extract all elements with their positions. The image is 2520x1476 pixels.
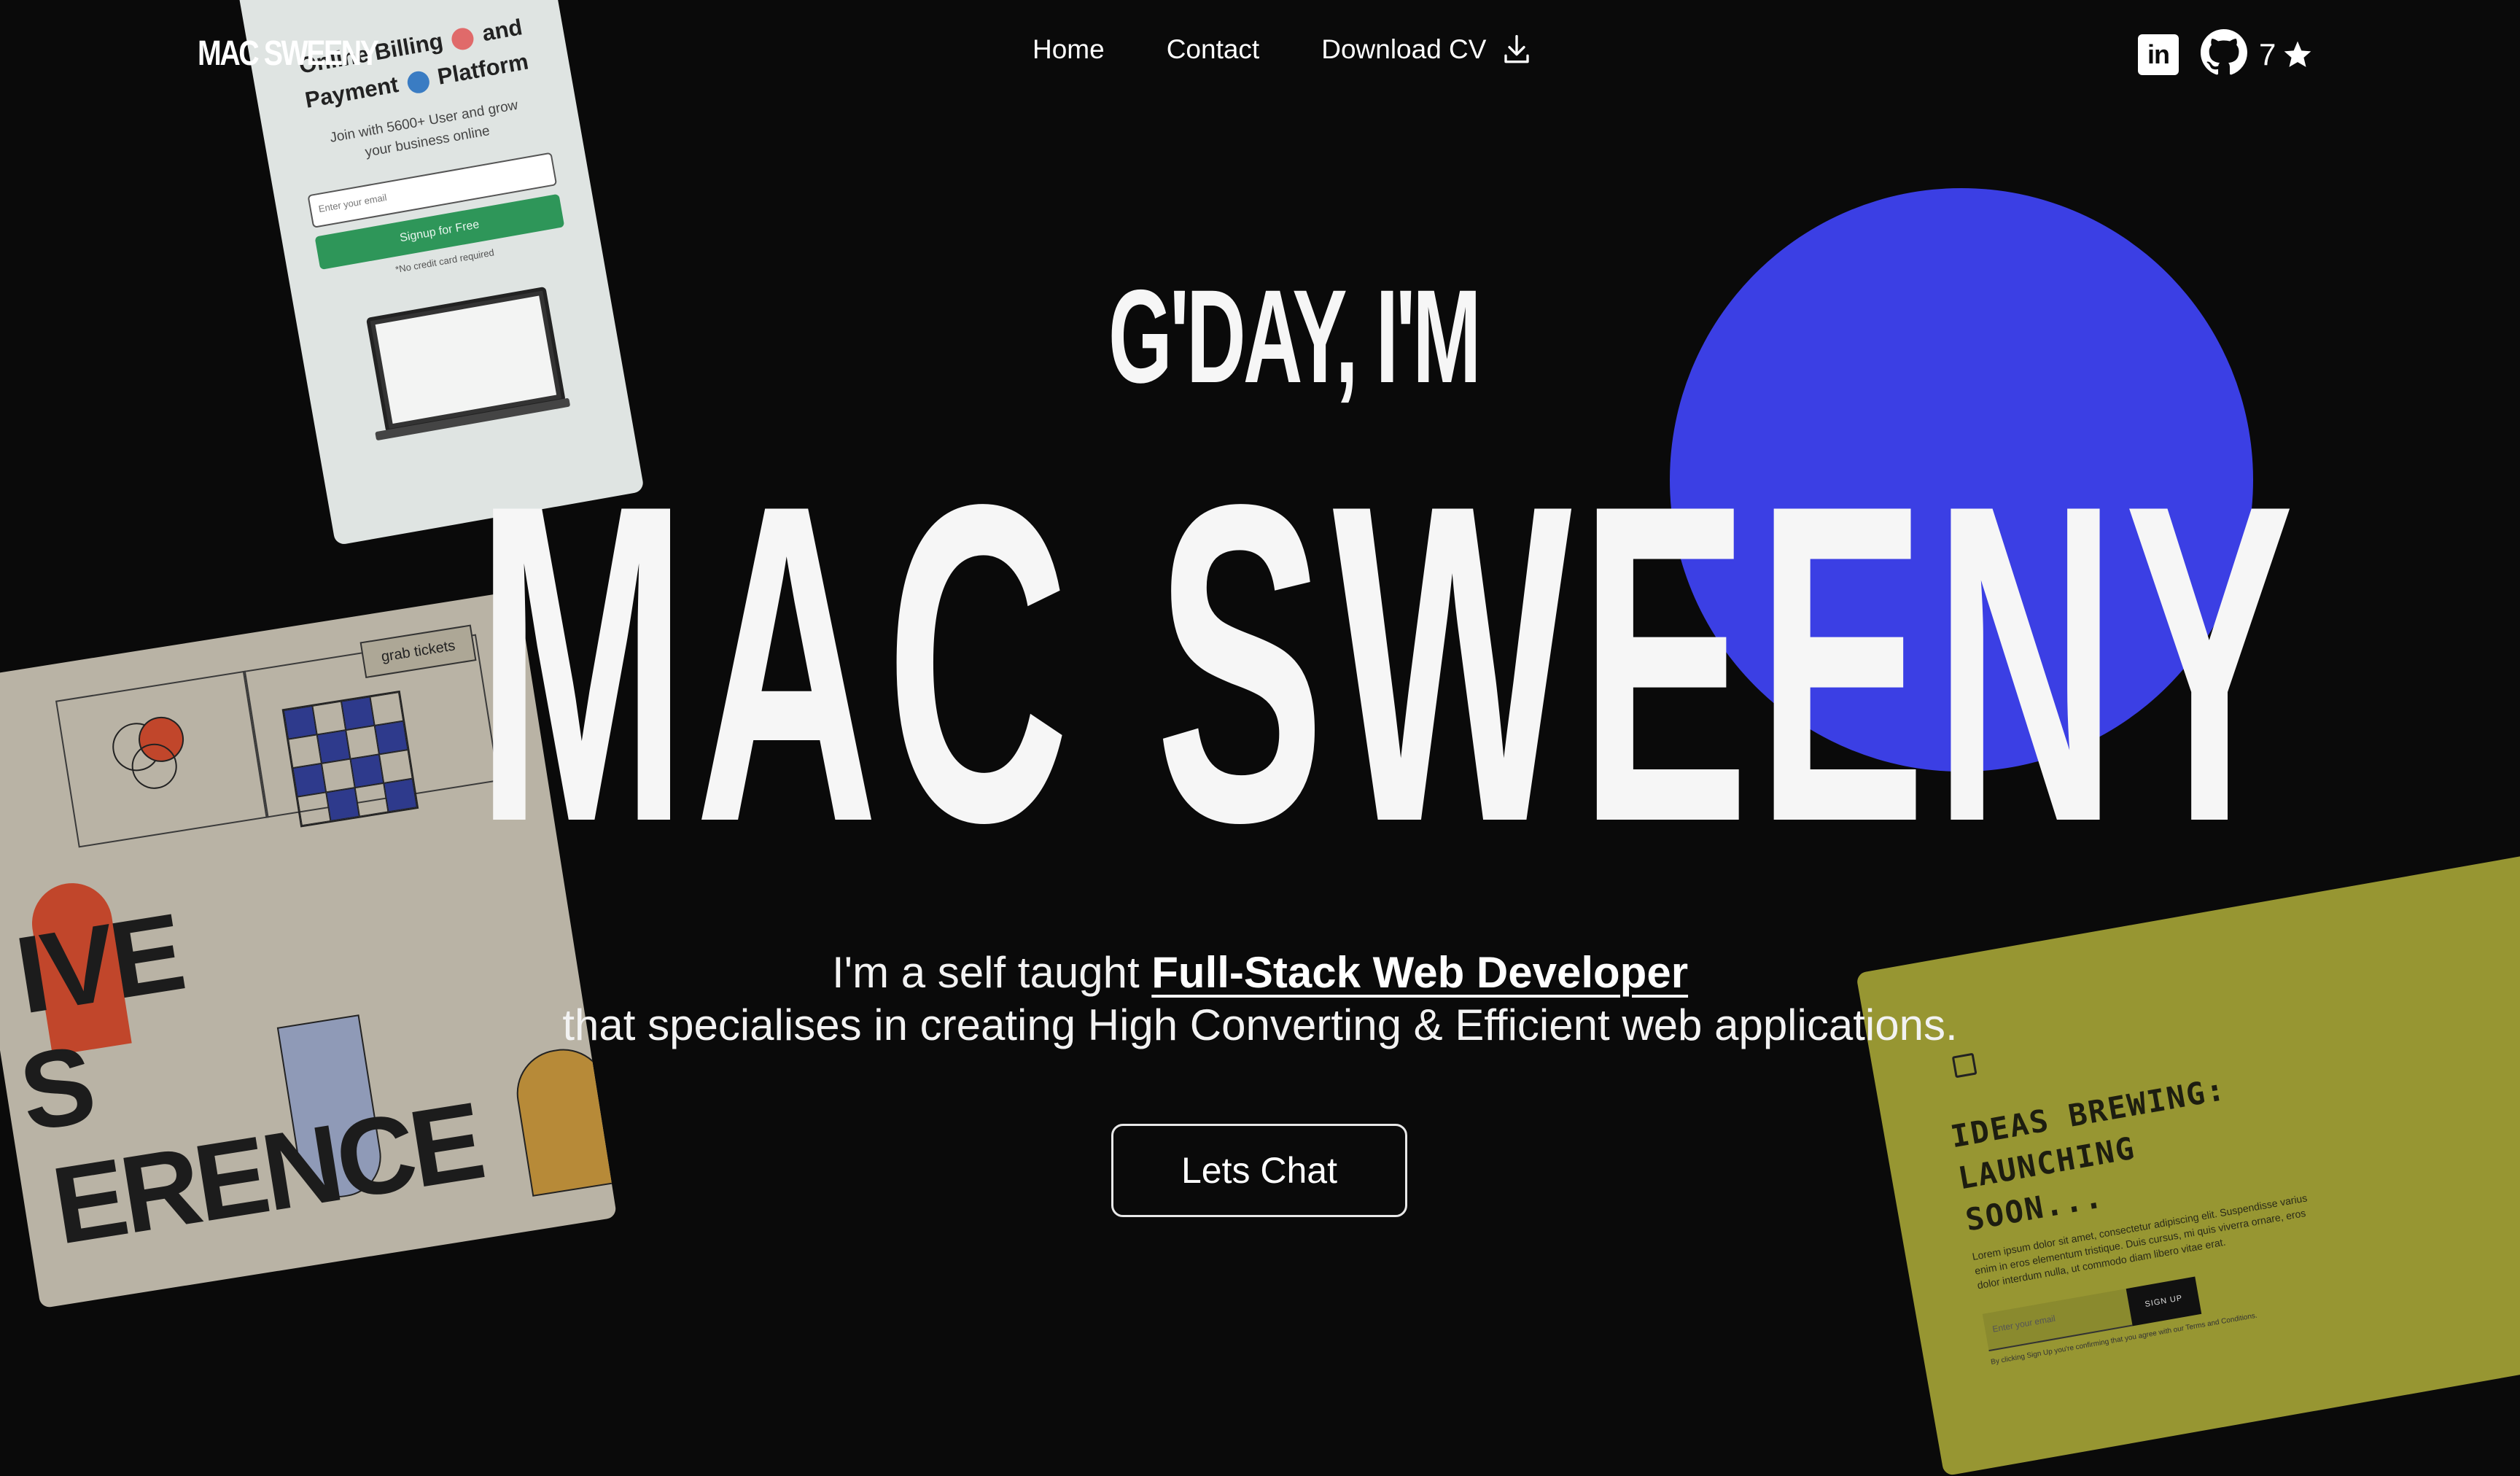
github-star-count[interactable]: 7 xyxy=(2259,37,2314,72)
star-icon xyxy=(2284,41,2311,67)
checker-pattern xyxy=(281,690,419,828)
hero-tagline: I'm a self taught Full-Stack Web Develop… xyxy=(0,947,2520,1052)
save-icon xyxy=(1951,1052,1978,1079)
linkedin-icon[interactable]: in xyxy=(2138,34,2179,75)
github-link[interactable] xyxy=(2201,29,2247,79)
hero-name: MAC SWEENY xyxy=(476,411,2302,916)
nav-download-cv-label: Download CV xyxy=(1321,34,1487,64)
ideas-brewing-card[interactable]: IDEAS BREWING: LAUNCHING SOON... Lorem i… xyxy=(1856,844,2520,1476)
tagline-line2: that specialises in creating High Conver… xyxy=(562,1001,1958,1049)
brew-signup-button[interactable]: SIGN UP xyxy=(2126,1276,2202,1327)
main-nav: Home Contact Download CV xyxy=(1032,34,1531,66)
conf-word-bottom: ERENCE xyxy=(44,1079,489,1267)
site-logo[interactable]: MAC SWEENY xyxy=(198,34,379,74)
billing-title-platform: Platform xyxy=(435,48,531,90)
github-icon xyxy=(2201,29,2247,75)
circles-graphic xyxy=(112,716,184,789)
billing-title-and: and xyxy=(480,14,524,47)
arch-shape xyxy=(510,1042,618,1197)
star-count: 7 xyxy=(2259,36,2276,71)
nav-home-label: Home xyxy=(1032,34,1105,64)
dollar-icon xyxy=(405,69,431,96)
tagline-prefix: I'm a self taught xyxy=(831,948,1152,997)
tagline-highlight-link[interactable]: Full-Stack Web Developer xyxy=(1151,948,1688,997)
hero-greeting: G'DAY, I'M xyxy=(1108,262,1481,411)
nav-home[interactable]: Home xyxy=(1032,34,1105,66)
billing-title-payment: Payment xyxy=(303,71,400,113)
download-icon xyxy=(1504,35,1530,63)
nav-download-cv[interactable]: Download CV xyxy=(1321,34,1531,66)
nav-contact-label: Contact xyxy=(1166,34,1260,64)
invoice-icon xyxy=(450,26,476,52)
social-links: in 7 xyxy=(2138,29,2314,79)
nav-contact[interactable]: Contact xyxy=(1167,34,1260,66)
lets-chat-button[interactable]: Lets Chat xyxy=(1111,1124,1407,1217)
